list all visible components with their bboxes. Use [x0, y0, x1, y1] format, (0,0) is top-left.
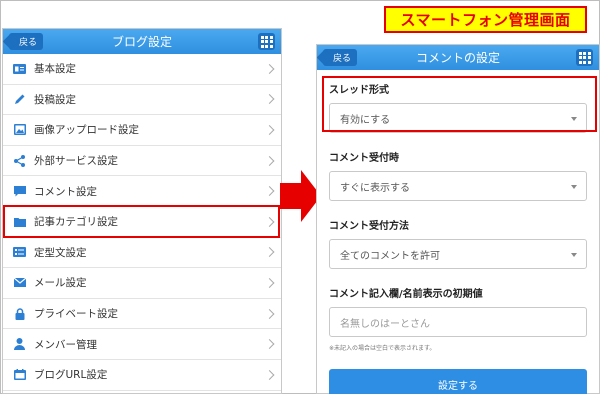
mail-icon: [13, 277, 26, 288]
chevron-right-icon: [264, 308, 275, 319]
chevron-right-icon: [264, 94, 275, 105]
accept-timing-select[interactable]: すぐに表示する: [329, 171, 587, 201]
chevron-right-icon: [264, 339, 275, 350]
comment-icon: [13, 185, 26, 197]
lock-icon: [13, 307, 26, 320]
user-icon: [13, 338, 26, 351]
menu-item-members[interactable]: メンバー管理: [3, 329, 281, 360]
menu-item-post[interactable]: 投稿設定: [3, 85, 281, 116]
thread-format-select[interactable]: 有効にする: [329, 103, 587, 133]
back-button[interactable]: 戻る: [9, 33, 44, 50]
chevron-right-icon: [264, 278, 275, 288]
template-icon: [13, 247, 26, 258]
menu-item-private[interactable]: プライベート設定: [3, 299, 281, 330]
folder-icon: [13, 216, 26, 227]
screen-title: コメントの設定: [415, 51, 500, 65]
menu-item-category[interactable]: 記事カテゴリ設定: [3, 207, 281, 238]
default-name-note: ※未記入の場合は空白で表示されます。: [329, 345, 436, 352]
chevron-right-icon: [264, 63, 275, 74]
accept-timing-label: コメント受付時: [329, 153, 399, 164]
menu-item-external-services[interactable]: 外部サービス設定: [3, 146, 281, 177]
default-name-input[interactable]: 名無しのはーとさん: [329, 307, 587, 337]
menu-item-blog-url[interactable]: ブログURL設定: [3, 360, 281, 391]
comment-settings-form: スレッド形式 有効にする コメント受付時 すぐに表示する コメント受付方法 全て…: [317, 81, 599, 394]
pencil-icon: [13, 94, 26, 105]
comment-settings-screen: 戻る コメントの設定 スレッド形式 有効にする コメント受付時 すぐに表示する …: [316, 44, 600, 394]
screen-title: ブログ設定: [111, 35, 172, 49]
image-icon: [13, 124, 26, 136]
menu-item-comment[interactable]: コメント設定: [3, 176, 281, 207]
default-name-label: コメント記入欄/名前表示の初期値: [329, 289, 483, 300]
menu-item-image-upload[interactable]: 画像アップロード設定: [3, 115, 281, 146]
share-icon: [13, 154, 26, 167]
top-bar: 戻る コメントの設定: [317, 45, 599, 70]
menu-item-basic[interactable]: 基本設定: [3, 54, 281, 85]
settings-menu: 基本設定 投稿設定 画像アップロード設定 外部サービス設定 コメント設定 記事カ…: [3, 54, 281, 391]
calendar-icon: [13, 369, 26, 381]
chevron-right-icon: [264, 186, 275, 197]
chevron-right-icon: [264, 369, 275, 380]
chevron-right-icon: [264, 155, 275, 166]
blog-settings-screen: 戻る ブログ設定 基本設定 投稿設定 画像アップロード設定 外部サービス設定 コ…: [2, 28, 282, 394]
top-bar: 戻る ブログ設定: [3, 29, 281, 54]
id-card-icon: [13, 63, 26, 74]
chevron-right-icon: [264, 216, 275, 227]
grid-menu-icon[interactable]: [258, 33, 275, 50]
submit-button[interactable]: 設定する: [329, 369, 587, 394]
page-title-banner: スマートフォン管理画面: [384, 6, 587, 33]
grid-menu-icon[interactable]: [576, 49, 593, 66]
accept-method-label: コメント受付方法: [329, 221, 409, 232]
menu-item-mail[interactable]: メール設定: [3, 268, 281, 299]
chevron-right-icon: [264, 125, 275, 135]
back-button[interactable]: 戻る: [323, 49, 358, 66]
chevron-right-icon: [264, 247, 275, 258]
thread-format-label: スレッド形式: [329, 85, 389, 96]
menu-item-template[interactable]: 定型文設定: [3, 238, 281, 269]
accept-method-select[interactable]: 全てのコメントを許可: [329, 239, 587, 269]
